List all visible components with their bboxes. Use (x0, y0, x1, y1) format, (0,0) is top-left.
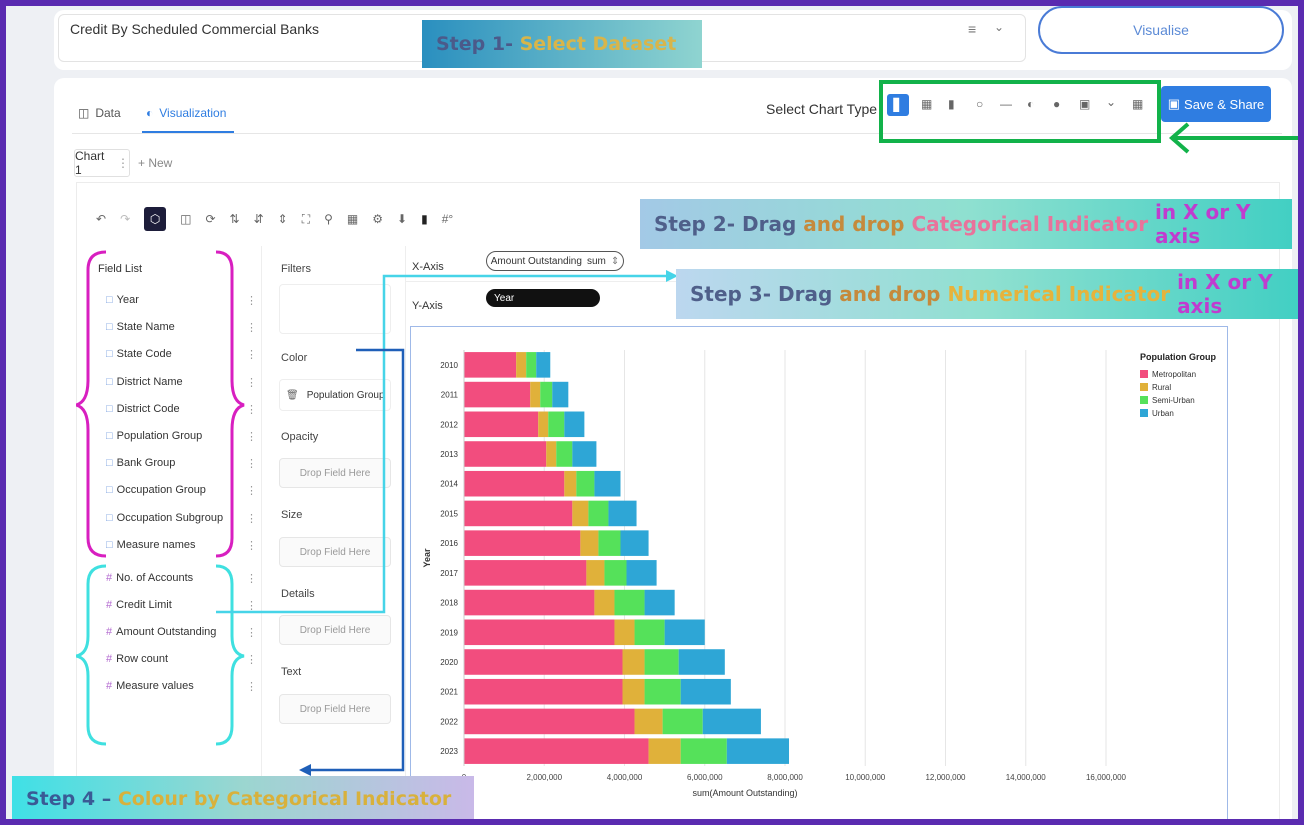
step1-prefix: Step 1- (436, 33, 520, 55)
step2-indicator: Categorical Indicator (911, 212, 1156, 236)
step3-axis: in X or Y axis (1177, 270, 1273, 318)
step2-banner: Step 2- Drag and drop Categorical Indica… (640, 199, 1292, 249)
step3-indicator: Numerical Indicator (947, 282, 1178, 306)
step4-banner: Step 4 – Colour by Categorical Indicator (12, 776, 474, 819)
step2-and: and drop (803, 212, 912, 236)
step3-banner: Step 3- Drag and drop Numerical Indicato… (676, 269, 1298, 319)
app-frame: Credit By Scheduled Commercial Banks ≡ ⌄… (6, 6, 1298, 819)
step3-prefix: Step 3- Drag (690, 282, 840, 306)
step4-text: Colour by Categorical Indicator (117, 788, 452, 810)
step4-prefix: Step 4 – (26, 788, 118, 810)
step1-banner: Step 1- Select Dataset (422, 20, 702, 68)
step1-text: Select Dataset (519, 33, 677, 55)
step2-axis: in X or Y axis (1155, 200, 1251, 248)
step2-prefix: Step 2- Drag (654, 212, 804, 236)
step3-and: and drop (839, 282, 948, 306)
step-connectors (216, 270, 678, 776)
